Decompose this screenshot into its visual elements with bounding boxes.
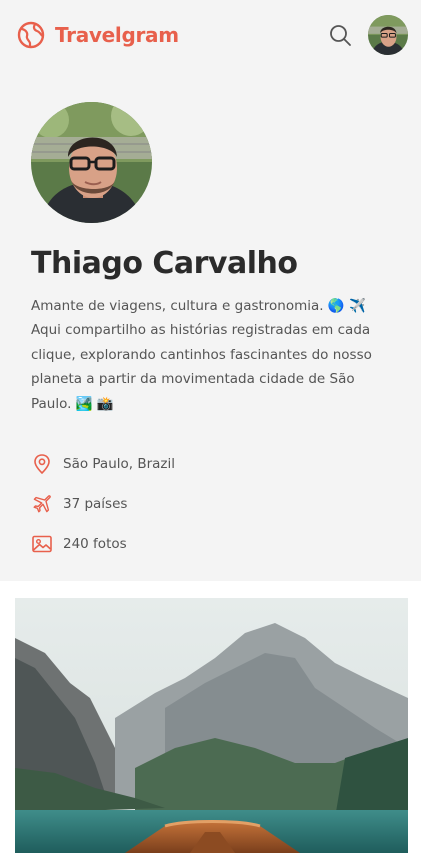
search-icon[interactable]: [328, 23, 352, 47]
header-actions: [328, 15, 408, 55]
gallery-photo[interactable]: [15, 598, 408, 853]
countries-text: 37 países: [63, 496, 128, 512]
location-row: São Paulo, Brazil: [31, 444, 175, 484]
map-pin-icon: [34, 454, 50, 474]
image-icon: [32, 535, 52, 553]
globe-icon: [17, 21, 45, 49]
photos-row: 240 fotos: [31, 524, 175, 564]
brand[interactable]: Travelgram: [17, 21, 179, 49]
profile-stats: São Paulo, Brazil 37 países 240 fotos: [31, 444, 175, 564]
lake-mountain-photo: [15, 598, 408, 853]
countries-row: 37 países: [31, 484, 175, 524]
top-bar: Travelgram: [0, 0, 421, 70]
location-text: São Paulo, Brazil: [63, 456, 176, 472]
profile-name: Thiago Carvalho: [31, 246, 298, 281]
avatar: [368, 15, 408, 55]
profile-section: Travelgram Thiago Carvalho Amante de via…: [0, 0, 421, 581]
user-avatar-button[interactable]: [368, 15, 408, 55]
profile-avatar: [31, 102, 152, 223]
profile-bio: Amante de viagens, cultura e gastronomia…: [31, 298, 372, 412]
brand-name: Travelgram: [55, 23, 179, 47]
photos-text: 240 fotos: [63, 536, 127, 552]
airplane-icon: [33, 495, 51, 513]
